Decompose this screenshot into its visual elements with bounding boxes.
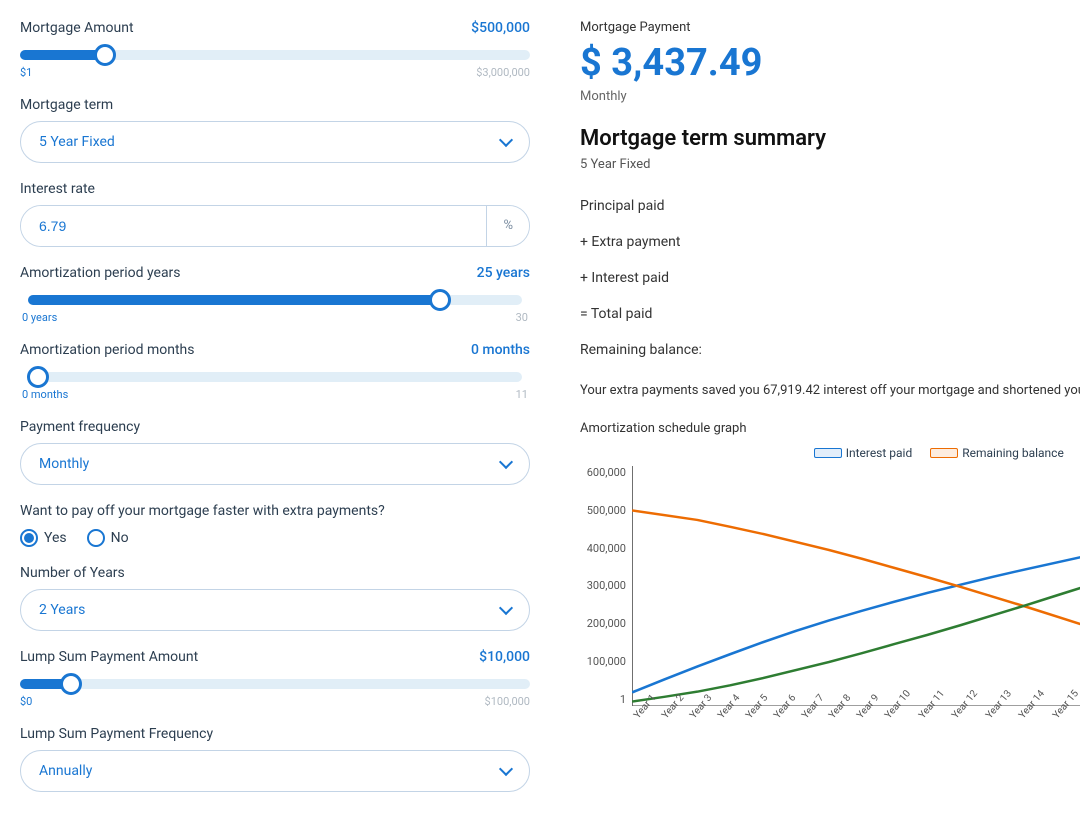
lump-freq-label: Lump Sum Payment Frequency xyxy=(20,726,213,742)
amort-years-max: 30 xyxy=(516,311,528,324)
num-years-select[interactable]: 2 Years xyxy=(20,589,530,631)
mortgage-amount-min: $1 xyxy=(20,66,32,79)
amort-years-min: 0 years xyxy=(22,311,57,324)
amort-years-value: 25 years xyxy=(477,265,530,281)
savings-note: Your extra payments saved you 67,919.42 … xyxy=(580,382,1080,401)
amort-months-value: 0 months xyxy=(471,342,530,358)
mortgage-term-label: Mortgage term xyxy=(20,97,113,113)
row-interest-paid: + Interest paid $ 160,253.63 xyxy=(580,260,1080,296)
lump-freq-select[interactable]: Annually xyxy=(20,750,530,792)
extra-payments-no[interactable]: No xyxy=(87,529,129,547)
chart-legend: Interest paid Remaining balance Principa… xyxy=(580,446,1080,460)
chart-title: Amortization schedule graph xyxy=(580,421,1080,436)
payment-header: Mortgage Payment xyxy=(580,20,1080,35)
mortgage-amount-label: Mortgage Amount xyxy=(20,20,134,36)
lump-sum-value: $10,000 xyxy=(479,649,530,665)
lump-sum-max: $100,000 xyxy=(485,695,530,708)
lump-sum-slider[interactable] xyxy=(20,673,530,691)
interest-rate-input[interactable] xyxy=(21,206,486,246)
extra-payments-yes[interactable]: Yes xyxy=(20,529,67,547)
payment-freq-label: Payment frequency xyxy=(20,419,140,435)
row-principal-paid: Principal paid $ 45,996.03 xyxy=(580,188,1080,224)
extra-payments-label: Want to pay off your mortgage faster wit… xyxy=(20,503,385,519)
num-years-label: Number of Years xyxy=(20,565,125,581)
amort-months-min: 0 months xyxy=(22,388,68,401)
amortization-chart xyxy=(632,466,1080,706)
amort-months-max: 11 xyxy=(516,388,528,401)
payment-amount: $ 3,437.49 xyxy=(580,41,1080,85)
chart-y-axis: 600,000500,000400,000300,000200,000100,0… xyxy=(580,466,632,706)
lump-sum-label: Lump Sum Payment Amount xyxy=(20,649,198,665)
mortgage-amount-value: $500,000 xyxy=(471,20,530,36)
lump-sum-min: $0 xyxy=(20,695,32,708)
mortgage-term-select[interactable]: 5 Year Fixed xyxy=(20,121,530,163)
amort-years-label: Amortization period years xyxy=(20,265,181,281)
payment-period: Monthly xyxy=(580,89,1080,104)
mortgage-amount-slider[interactable] xyxy=(20,44,530,62)
interest-rate-label: Interest rate xyxy=(20,181,95,197)
amort-years-slider[interactable] xyxy=(20,289,530,307)
summary-subtitle: 5 Year Fixed xyxy=(580,157,1080,172)
mortgage-amount-max: $3,000,000 xyxy=(476,66,530,79)
amort-months-label: Amortization period months xyxy=(20,342,195,358)
chart-x-axis: Year 1Year 2Year 3Year 4Year 5Year 6Year… xyxy=(632,706,1080,746)
payment-freq-select[interactable]: Monthly xyxy=(20,443,530,485)
row-total-paid: = Total paid $ 226,249.66 xyxy=(580,296,1080,332)
row-remaining-balance: Remaining balance: $ 428,724.45 xyxy=(580,332,1080,368)
row-extra-payment: + Extra payment $ 20,000.00 xyxy=(580,224,1080,260)
interest-rate-suffix: % xyxy=(486,206,529,246)
amort-months-slider[interactable] xyxy=(20,366,530,384)
summary-title: Mortgage term summary xyxy=(580,126,1080,151)
